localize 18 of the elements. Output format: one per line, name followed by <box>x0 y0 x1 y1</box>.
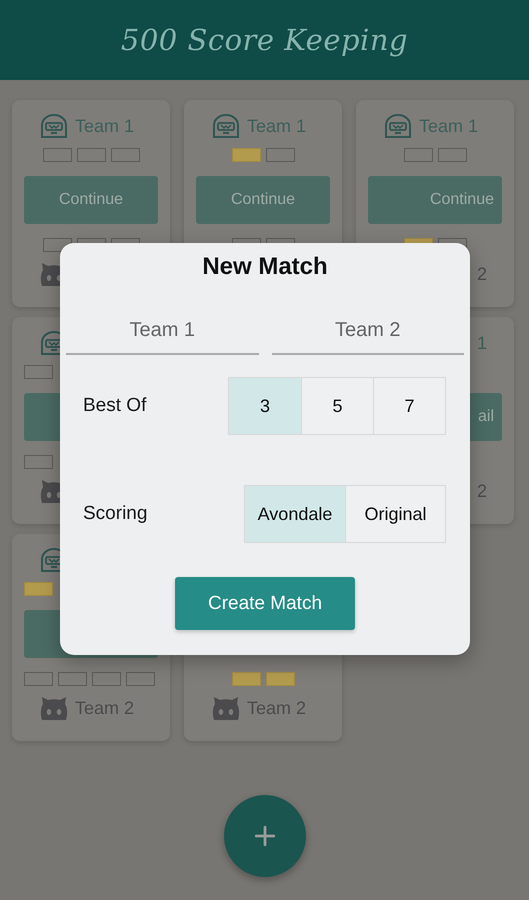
option-label: Best Of <box>83 395 146 417</box>
team-name: Team 1 <box>75 116 136 136</box>
option-label: Scoring <box>83 503 148 525</box>
helmet-icon <box>39 113 69 139</box>
team-name-field[interactable]: Team 2 <box>272 307 464 355</box>
team-name: Team 1 <box>419 116 480 136</box>
cat-icon <box>39 695 69 721</box>
option-choice[interactable]: 3 <box>229 378 301 434</box>
option-choice[interactable]: Avondale <box>245 486 345 542</box>
create-match-button[interactable]: Create Match <box>175 577 355 630</box>
team-name-field[interactable]: Team 1 <box>66 307 258 355</box>
team-name: 1 <box>476 332 487 354</box>
cat-icon <box>211 695 241 721</box>
app-title: 500 Score Keeping <box>120 23 408 57</box>
helmet-icon <box>211 113 241 139</box>
team-name: Team 1 <box>247 116 308 136</box>
dialog-title: New Match <box>202 253 328 281</box>
helmet-icon <box>383 113 413 139</box>
